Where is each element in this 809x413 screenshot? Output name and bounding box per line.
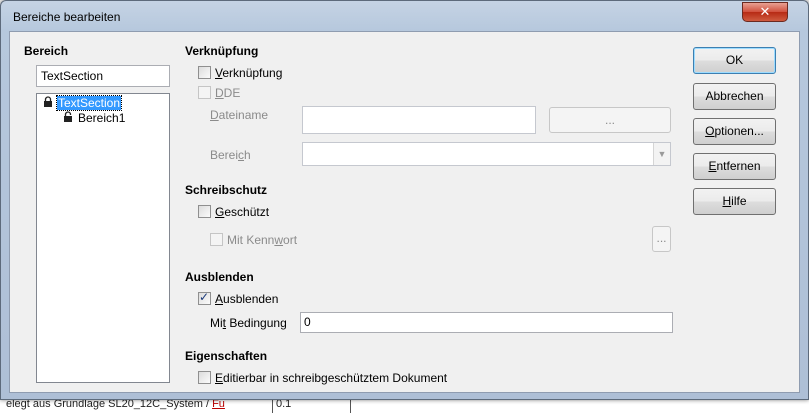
tree-item-label: Bereich1 xyxy=(78,111,126,125)
section-tree[interactable]: TextSection Bereich1 xyxy=(36,93,170,383)
tree-item-textsection[interactable]: TextSection xyxy=(43,95,123,111)
section-heading-hide: Ausblenden xyxy=(185,270,254,284)
section-heading-properties: Eigenschaften xyxy=(185,349,268,363)
options-button[interactable]: Optionen... xyxy=(693,118,776,145)
title-bar[interactable]: Bereiche bearbeiten ✕ xyxy=(1,1,808,33)
section-heading-protect: Schreibschutz xyxy=(185,183,268,197)
checkbox-box[interactable]: ✓ xyxy=(198,290,211,305)
condition-input[interactable]: 0 xyxy=(300,312,673,333)
hide-checkbox[interactable]: ✓ Ausblenden xyxy=(198,290,278,307)
password-checkbox[interactable]: Mit Kennwort xyxy=(210,232,297,248)
cancel-button[interactable]: Abbrechen xyxy=(693,83,776,110)
checkbox-box[interactable] xyxy=(210,233,223,246)
protected-checkbox[interactable]: Geschützt xyxy=(198,204,269,220)
dialog-content: Bereich TextSection TextSection Bereich1… xyxy=(9,31,800,393)
filename-label: Dateiname xyxy=(210,108,269,122)
password-button[interactable]: ... xyxy=(652,226,671,252)
ok-button[interactable]: OK xyxy=(693,47,776,74)
section-heading-bereich: Bereich xyxy=(24,44,69,58)
close-icon: ✕ xyxy=(759,4,771,19)
checkbox-box[interactable] xyxy=(198,205,211,218)
link-checkbox[interactable]: Verknüpfung xyxy=(198,65,282,81)
help-button[interactable]: Hilfe xyxy=(693,188,776,215)
link-section-label: Bereich xyxy=(210,148,251,162)
browse-file-button[interactable]: ... xyxy=(549,107,671,133)
lock-icon xyxy=(44,96,52,107)
close-button[interactable]: ✕ xyxy=(742,2,788,22)
condition-label: Mit Bedingung xyxy=(210,316,287,330)
dialog-title: Bereiche bearbeiten xyxy=(13,10,121,24)
edit-sections-dialog: Bereiche bearbeiten ✕ Bereich TextSectio… xyxy=(0,0,809,400)
chevron-down-icon[interactable]: ▼ xyxy=(653,143,670,165)
remove-button[interactable]: Entfernen xyxy=(693,153,776,180)
filename-input[interactable] xyxy=(302,106,536,134)
section-heading-link: Verknüpfung xyxy=(185,44,259,58)
checkbox-box[interactable] xyxy=(198,371,211,384)
tree-item-label: TextSection xyxy=(55,95,123,111)
lock-open-icon xyxy=(64,111,72,122)
section-name-input[interactable]: TextSection xyxy=(36,65,170,87)
tree-item-bereich1[interactable]: Bereich1 xyxy=(63,111,126,125)
dde-checkbox[interactable]: DDE xyxy=(198,85,240,101)
checkbox-box[interactable] xyxy=(198,86,211,99)
editable-readonly-checkbox[interactable]: Editierbar in schreibgeschütztem Dokumen… xyxy=(198,370,447,386)
checkbox-box[interactable] xyxy=(198,66,211,79)
link-section-combobox[interactable]: ▼ xyxy=(302,142,671,166)
checkmark-icon: ✓ xyxy=(199,290,210,304)
